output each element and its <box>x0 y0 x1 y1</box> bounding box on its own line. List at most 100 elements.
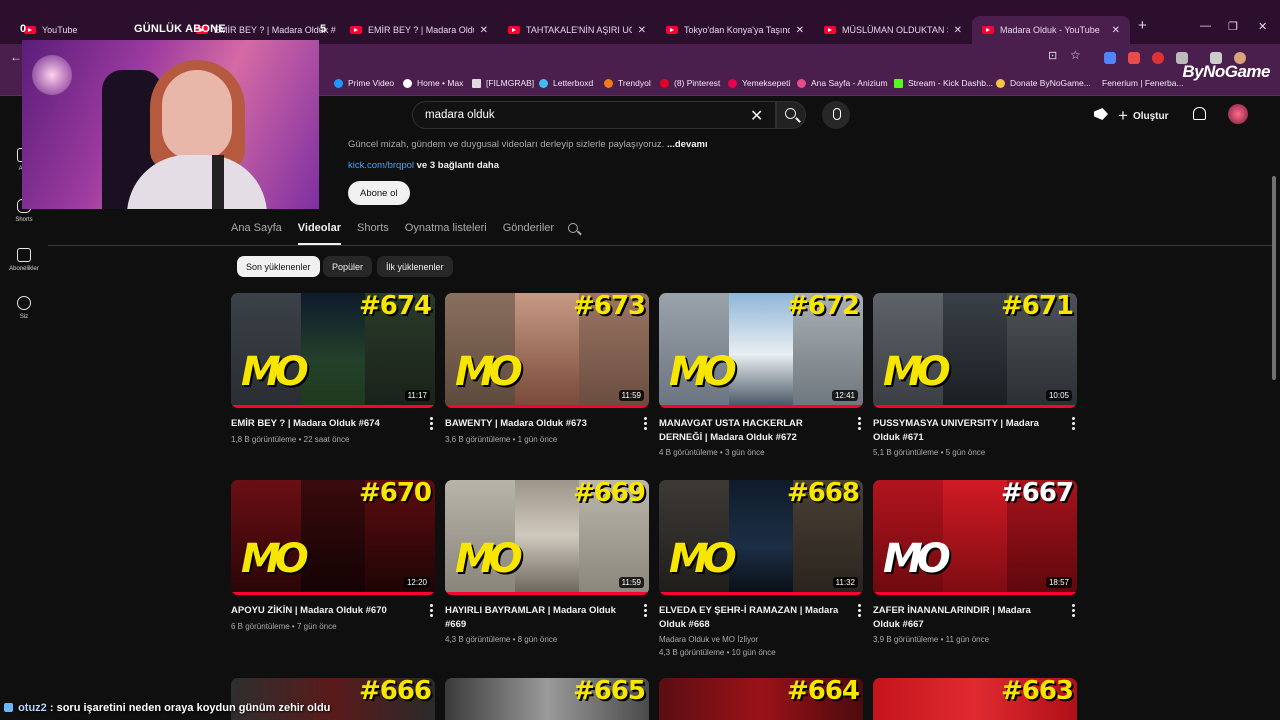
tab-posts[interactable]: Gönderiler <box>503 215 554 245</box>
bynogame-logo: ByNoGame <box>1182 62 1270 81</box>
bookmark-item[interactable]: Letterboxd <box>539 78 593 88</box>
bookmark-star-icon[interactable]: ☆ <box>1070 48 1081 62</box>
channel-search-icon[interactable] <box>568 223 578 233</box>
channel-logo-mark: MO <box>883 536 951 582</box>
browser-tab-active[interactable]: Madara Olduk - YouTube ✕ <box>972 16 1130 44</box>
filter-chip-oldest[interactable]: İlk yüklenenler <box>377 256 453 277</box>
video-thumbnail[interactable]: MO #669 11:59 <box>445 480 649 595</box>
bookmark-item[interactable]: Donate ByNoGame... <box>996 78 1091 88</box>
more-options-icon[interactable] <box>643 604 647 619</box>
filter-chip-latest[interactable]: Son yüklenenler <box>237 256 320 277</box>
channel-link[interactable]: kick.com/brqpol <box>348 160 414 171</box>
more-options-icon[interactable] <box>857 604 861 619</box>
browser-tab[interactable]: TAHTAKALE'NİN AŞIRI UCUZU ✕ <box>498 16 656 44</box>
close-tab-icon[interactable]: ✕ <box>474 25 488 36</box>
avatar[interactable] <box>1228 104 1248 124</box>
browser-tab[interactable]: Tokyo'dan Konya'ya Taşındım ✕ <box>656 16 814 44</box>
video-card[interactable]: MO #673 11:59 BAWENTY | Madara Olduk #67… <box>445 293 649 446</box>
video-thumbnail[interactable]: MO #668 11:32 <box>659 480 863 595</box>
tab-playlists[interactable]: Oynatma listeleri <box>405 215 487 245</box>
browser-tab[interactable]: EMİR BEY ? | Madara Olduk #674 ✕ <box>340 16 498 44</box>
video-channel-name[interactable]: Madara Olduk ve MO İzliyor <box>659 634 863 647</box>
video-title[interactable]: HAYIRLI BAYRAMLAR | Madara Olduk #669 <box>445 604 630 631</box>
tab-shorts[interactable]: Shorts <box>357 215 389 245</box>
sidebar-item-subscriptions[interactable]: Abonelikler <box>0 248 48 272</box>
bookmark-item[interactable]: Yemeksepeti <box>728 78 790 88</box>
video-title[interactable]: ZAFER İNANANLARINDIR | Madara Olduk #667 <box>873 604 1058 631</box>
video-thumbnail[interactable]: #664 <box>659 678 863 720</box>
video-thumbnail[interactable]: #665 <box>445 678 649 720</box>
video-card[interactable]: MO #671 10:05 PUSSYMASYA UNIVERSITY | Ma… <box>873 293 1077 460</box>
cast-icon[interactable] <box>1094 108 1108 120</box>
maximize-button[interactable]: ❐ <box>1228 20 1238 33</box>
close-window-button[interactable]: ✕ <box>1258 20 1267 33</box>
close-tab-icon[interactable]: ✕ <box>1106 25 1120 36</box>
video-card[interactable]: MO #669 11:59 HAYIRLI BAYRAMLAR | Madara… <box>445 480 649 647</box>
video-card[interactable]: MO #672 12:41 MANAVGAT USTA HACKERLAR DE… <box>659 293 863 460</box>
video-thumbnail[interactable]: MO #674 11:17 <box>231 293 435 408</box>
bookmark-item[interactable]: Ana Sayfa - Anizium <box>797 78 888 88</box>
episode-number: #667 <box>1000 480 1074 508</box>
search-icon <box>785 108 796 119</box>
tab-videos[interactable]: Videolar <box>297 215 341 245</box>
more-options-icon[interactable] <box>1071 604 1075 619</box>
bookmark-item[interactable]: [FILMGRAB] <box>472 78 534 88</box>
minimize-button[interactable]: — <box>1200 20 1211 32</box>
browser-tab[interactable]: MÜSLÜMAN OLDUKTAN SONRA ✕ <box>814 16 972 44</box>
video-duration: 11:59 <box>618 577 644 588</box>
close-tab-icon[interactable]: ✕ <box>790 25 804 36</box>
video-thumbnail[interactable]: MO #673 11:59 <box>445 293 649 408</box>
sidebar-item-you[interactable]: Siz <box>0 296 48 320</box>
create-button[interactable]: + Oluştur <box>1118 106 1169 126</box>
search-button[interactable] <box>776 101 806 129</box>
voice-search-button[interactable] <box>822 101 850 129</box>
bookmark-item[interactable]: Prime Video <box>334 78 394 88</box>
bookmark-item[interactable]: Home • Max <box>403 78 463 88</box>
video-thumbnail[interactable]: MO #672 12:41 <box>659 293 863 408</box>
bookmark-item[interactable]: Stream - Kick Dashb... <box>894 78 993 88</box>
bookmark-item[interactable]: (8) Pinterest <box>660 78 720 88</box>
notifications-bell-icon[interactable] <box>1193 107 1206 120</box>
filter-chip-popular[interactable]: Popüler <box>323 256 373 277</box>
video-title[interactable]: ELVEDA EY ŞEHR-İ RAMAZAN | Madara Olduk … <box>659 604 844 631</box>
bookmark-item[interactable]: Trendyol <box>604 78 651 88</box>
search-input[interactable]: madara olduk <box>412 101 776 129</box>
video-thumbnail[interactable]: #663 <box>873 678 1077 720</box>
video-thumbnail[interactable]: MO #667 18:57 <box>873 480 1077 595</box>
description-more-link[interactable]: ...devamı <box>667 139 708 150</box>
close-tab-icon[interactable]: ✕ <box>948 25 962 36</box>
more-options-icon[interactable] <box>429 417 433 432</box>
extension-icon[interactable] <box>1128 52 1140 64</box>
page-scrollbar[interactable] <box>1272 176 1276 380</box>
video-card[interactable]: MO #674 11:17 EMİR BEY ? | Madara Olduk … <box>231 293 435 446</box>
bookmark-item[interactable]: Fenerium | Fenerba... <box>1102 78 1184 88</box>
more-options-icon[interactable] <box>1071 417 1075 432</box>
video-card[interactable]: MO #667 18:57 ZAFER İNANANLARINDIR | Mad… <box>873 480 1077 647</box>
video-duration: 12:41 <box>831 390 858 401</box>
clear-search-icon[interactable]: ✕ <box>750 106 763 126</box>
video-title[interactable]: PUSSYMASYA UNIVERSITY | Madara Olduk #67… <box>873 417 1058 444</box>
video-title[interactable]: APOYU ZİKİN | Madara Olduk #670 <box>231 604 416 618</box>
video-card[interactable]: MO #670 12:20 APOYU ZİKİN | Madara Olduk… <box>231 480 435 633</box>
more-links[interactable]: ve 3 bağlantı daha <box>417 160 499 171</box>
back-arrow-icon[interactable]: ← <box>10 50 22 64</box>
trendyol-icon <box>604 78 613 88</box>
install-app-icon[interactable]: ⊡ <box>1048 49 1057 62</box>
new-tab-button[interactable]: + <box>1138 17 1147 34</box>
video-title[interactable]: EMİR BEY ? | Madara Olduk #674 <box>231 417 416 431</box>
more-options-icon[interactable] <box>643 417 647 432</box>
video-thumbnail[interactable]: MO #670 12:20 <box>231 480 435 595</box>
video-card[interactable]: MO #668 11:32 ELVEDA EY ŞEHR-İ RAMAZAN |… <box>659 480 863 659</box>
video-title[interactable]: BAWENTY | Madara Olduk #673 <box>445 417 630 431</box>
video-thumbnail[interactable]: MO #671 10:05 <box>873 293 1077 408</box>
subscribe-button[interactable]: Abone ol <box>348 181 410 205</box>
more-options-icon[interactable] <box>857 417 861 432</box>
close-tab-icon[interactable]: ✕ <box>632 25 646 36</box>
channel-logo-mark: MO <box>241 349 309 395</box>
translate-extension-icon[interactable] <box>1104 52 1116 64</box>
adblock-extension-icon[interactable] <box>1152 52 1164 64</box>
tab-home[interactable]: Ana Sayfa <box>231 215 282 245</box>
video-title[interactable]: MANAVGAT USTA HACKERLAR DERNEĞİ | Madara… <box>659 417 844 444</box>
more-options-icon[interactable] <box>429 604 433 619</box>
watch-progress-bar <box>445 592 649 595</box>
